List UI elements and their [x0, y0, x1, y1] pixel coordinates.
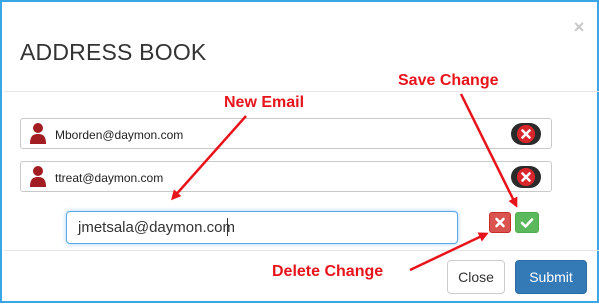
- contact-email: Mborden@daymon.com: [55, 128, 184, 142]
- annotation-save-change: Save Change: [398, 72, 499, 89]
- annotation-new-email: New Email: [224, 94, 305, 111]
- remove-contact-button[interactable]: [511, 166, 541, 188]
- submit-button[interactable]: Submit: [515, 260, 587, 294]
- close-icon[interactable]: ×: [571, 18, 587, 36]
- close-button[interactable]: Close: [447, 260, 505, 294]
- annotation-delete-change: Delete Change: [272, 263, 384, 280]
- person-icon: [30, 166, 46, 187]
- modal-title: ADDRESS BOOK: [20, 39, 207, 65]
- x-icon: [495, 217, 505, 228]
- person-icon: [30, 123, 46, 144]
- footer-divider: [4, 250, 599, 251]
- contact-row: Mborden@daymon.com: [20, 118, 552, 149]
- contact-email: ttreat@daymon.com: [55, 171, 164, 185]
- check-icon: [520, 218, 534, 228]
- new-email-value: jmetsala@daymon.com: [78, 219, 235, 236]
- text-cursor: [227, 218, 228, 236]
- save-change-button[interactable]: [515, 212, 539, 233]
- remove-contact-button[interactable]: [511, 123, 541, 145]
- header-divider: [4, 91, 599, 92]
- delete-change-button[interactable]: [489, 212, 511, 233]
- address-book-modal: × ADDRESS BOOK Mborden@daymon.com ttreat…: [0, 0, 599, 303]
- contact-row: ttreat@daymon.com: [20, 161, 552, 192]
- remove-icon: [517, 168, 535, 186]
- remove-icon: [517, 125, 535, 143]
